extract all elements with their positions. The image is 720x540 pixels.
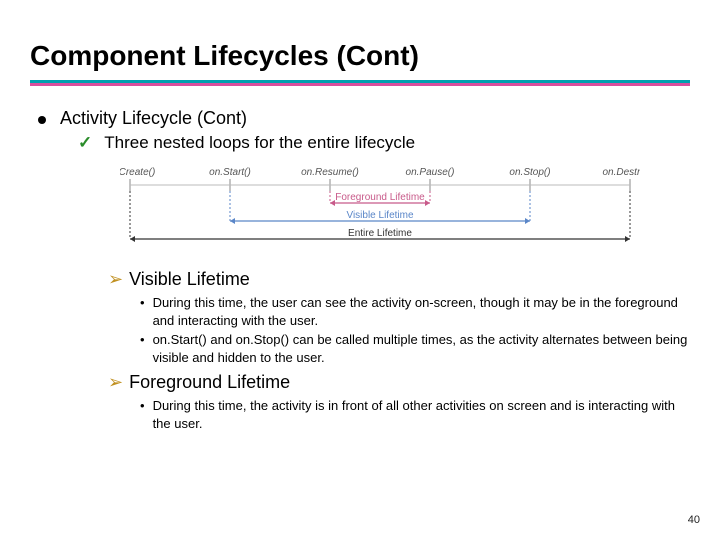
section-heading: ➢ Visible Lifetime (108, 269, 690, 290)
svg-text:on.Resume(): on.Resume() (301, 167, 359, 178)
title-divider (30, 80, 690, 86)
section-heading-text: Foreground Lifetime (129, 372, 290, 393)
arrow-icon: ➢ (108, 372, 123, 393)
svg-text:on.Start(): on.Start() (209, 167, 251, 178)
svg-text:Foreground Lifetime: Foreground Lifetime (335, 192, 425, 203)
svg-text:on.Destroy(): on.Destroy() (602, 167, 640, 178)
slide-number: 40 (688, 514, 700, 526)
svg-text:on.Pause(): on.Pause() (406, 167, 455, 178)
section-point: • During this time, the activity is in fr… (140, 397, 690, 432)
section-point-text: During this time, the user can see the a… (153, 294, 690, 329)
bullet-dot-icon (38, 116, 46, 124)
section-point-text: During this time, the activity is in fro… (153, 397, 690, 432)
check-icon: ✓ (78, 133, 92, 153)
bullet-level-2: ✓ Three nested loops for the entire life… (78, 133, 690, 153)
section-heading: ➢ Foreground Lifetime (108, 372, 690, 393)
bullet-disc-icon: • (140, 331, 145, 349)
bullet-1-text: Activity Lifecycle (Cont) (60, 108, 247, 129)
lifecycle-diagram: on.Create() on.Start() on.Resume() on.Pause… (120, 163, 690, 263)
svg-text:Visible Lifetime: Visible Lifetime (346, 210, 414, 221)
bullet-disc-icon: • (140, 294, 145, 312)
lifecycle-svg: on.Create() on.Start() on.Resume() on.Pause… (120, 163, 640, 258)
svg-text:on.Create(): on.Create() (120, 167, 155, 178)
section-point: • on.Start() and on.Stop() can be called … (140, 331, 690, 366)
sections-container: ➢ Visible Lifetime • During this time, the … (30, 269, 690, 432)
bullet-2-text: Three nested loops for the entire lifecy… (104, 133, 415, 153)
svg-text:on.Stop(): on.Stop() (509, 167, 550, 178)
section-point: • During this time, the user can see the … (140, 294, 690, 329)
svg-text:Entire Lifetime: Entire Lifetime (348, 228, 412, 239)
section-point-text: on.Start() and on.Stop() can be called m… (153, 331, 690, 366)
section-heading-text: Visible Lifetime (129, 269, 250, 290)
arrow-icon: ➢ (108, 269, 123, 290)
bullet-disc-icon: • (140, 397, 145, 415)
slide-title: Component Lifecycles (Cont) (30, 40, 690, 72)
bullet-level-1: Activity Lifecycle (Cont) (38, 108, 690, 129)
